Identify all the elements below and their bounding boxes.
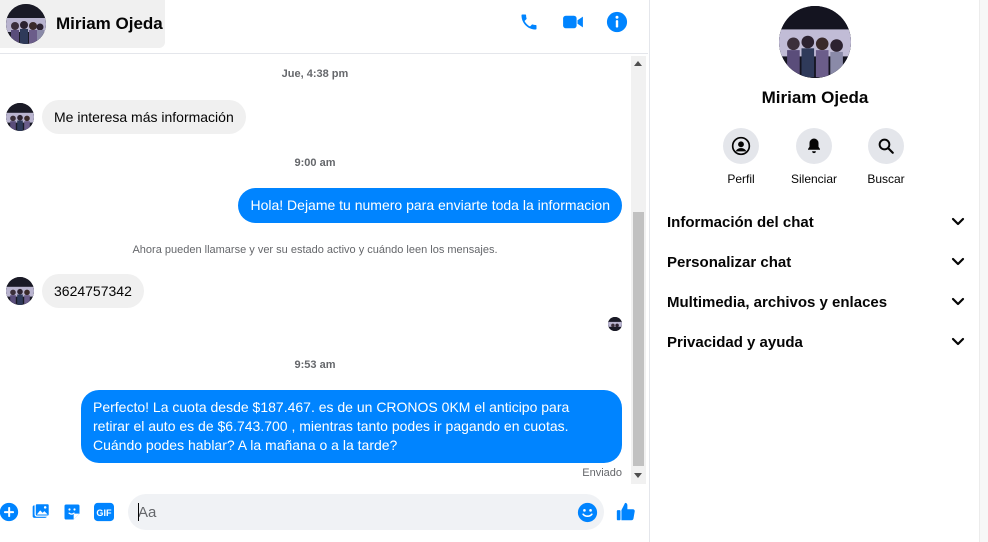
contact-avatar (6, 4, 46, 44)
section-title: Privacidad y ayuda (667, 333, 803, 351)
section-privacy-help[interactable]: Privacidad y ayuda (667, 326, 965, 358)
message-line: Cuándo podes hablar? A la mañana o a la … (93, 437, 398, 453)
message-line: Perfecto! La cuota desde $187.467. es de… (93, 399, 570, 415)
section-title: Personalizar chat (667, 253, 792, 271)
read-receipt-avatar (608, 317, 622, 331)
section-title: Información del chat (667, 213, 814, 231)
message-input[interactable] (128, 494, 604, 530)
sender-avatar (6, 103, 34, 131)
attach-photo-button[interactable] (30, 501, 52, 523)
bell-icon (808, 138, 820, 154)
profile-button[interactable]: Perfil (706, 128, 776, 186)
gif-icon: GIF (94, 502, 114, 522)
section-customize-chat[interactable]: Personalizar chat (667, 246, 965, 278)
mute-button[interactable]: Silenciar (779, 128, 849, 186)
message-row-incoming: Me interesa más información (6, 100, 246, 134)
sticker-button[interactable] (61, 501, 83, 523)
profile-label: Perfil (727, 172, 755, 186)
chat-header: Miriam Ojeda (0, 0, 648, 54)
emoji-button[interactable] (576, 501, 598, 523)
sticker-icon (64, 504, 80, 520)
chevron-down-icon (951, 337, 965, 346)
message-bubble-outgoing[interactable]: Perfecto! La cuota desde $187.467. es de… (81, 390, 622, 463)
conversation-info-button[interactable] (606, 10, 628, 34)
profile-name: Miriam Ojeda (761, 88, 869, 107)
photo-icon (32, 503, 50, 518)
phone-call-button[interactable] (518, 10, 540, 34)
thumbs-up-icon (616, 502, 635, 521)
contact-name: Miriam Ojeda (56, 14, 163, 33)
gif-button[interactable]: GIF (93, 501, 115, 523)
search-label: Buscar (867, 172, 905, 186)
search-in-conversation-button[interactable]: Buscar (851, 128, 921, 186)
header-actions (518, 10, 628, 34)
timestamp: 9:00 am (294, 157, 336, 169)
search-icon (878, 138, 894, 154)
chevron-down-icon (951, 257, 965, 266)
timestamp: Jue, 4:38 pm (281, 68, 349, 80)
message-bubble-incoming[interactable]: Me interesa más información (42, 100, 246, 134)
message-bubble-incoming[interactable]: 3624757342 (42, 274, 144, 308)
profile-avatar[interactable] (779, 6, 851, 78)
user-circle-icon (731, 136, 751, 156)
video-call-button[interactable] (562, 10, 584, 34)
message-row-incoming: 3624757342 (6, 274, 144, 308)
gif-label: GIF (96, 508, 112, 518)
scroll-up-arrow[interactable] (634, 61, 642, 66)
message-bubble-outgoing[interactable]: Hola! Dejame tu numero para enviarte tod… (238, 188, 622, 223)
call-status-notice: Ahora pueden llamarse y ver su estado ac… (132, 244, 498, 256)
info-icon (606, 11, 628, 33)
message-composer: GIF (0, 490, 648, 536)
sender-avatar (6, 277, 34, 305)
section-media-files-links[interactable]: Multimedia, archivos y enlaces (667, 286, 965, 318)
chevron-down-icon (951, 217, 965, 226)
plus-icon (0, 502, 19, 522)
timestamp: 9:53 am (294, 359, 336, 371)
phone-icon (521, 14, 537, 30)
section-chat-info[interactable]: Información del chat (667, 206, 965, 238)
emoji-icon (577, 502, 597, 522)
text-caret (138, 503, 139, 521)
sent-status: Enviado (582, 467, 622, 479)
message-line: retirar el auto es de $6.743.700 , mient… (93, 418, 569, 434)
section-title: Multimedia, archivos y enlaces (667, 293, 888, 311)
more-actions-button[interactable] (0, 501, 20, 523)
window-scrollbar[interactable] (979, 0, 988, 542)
contact-header-button[interactable]: Miriam Ojeda (0, 0, 165, 48)
scrollbar-thumb[interactable] (633, 212, 644, 466)
message-scrollbar[interactable] (631, 56, 646, 484)
chat-pane: Miriam Ojeda Jue, 4:38 pm Me interesa má… (0, 0, 648, 542)
video-camera-icon (563, 15, 583, 29)
chevron-down-icon (951, 297, 965, 306)
conversation-info-panel: Miriam Ojeda Perfil Silenciar Buscar Inf… (649, 0, 979, 542)
scroll-down-arrow[interactable] (634, 473, 642, 478)
send-like-button[interactable] (615, 501, 637, 523)
mute-label: Silenciar (790, 172, 838, 186)
message-list[interactable]: Jue, 4:38 pm Me interesa más información… (0, 56, 630, 484)
